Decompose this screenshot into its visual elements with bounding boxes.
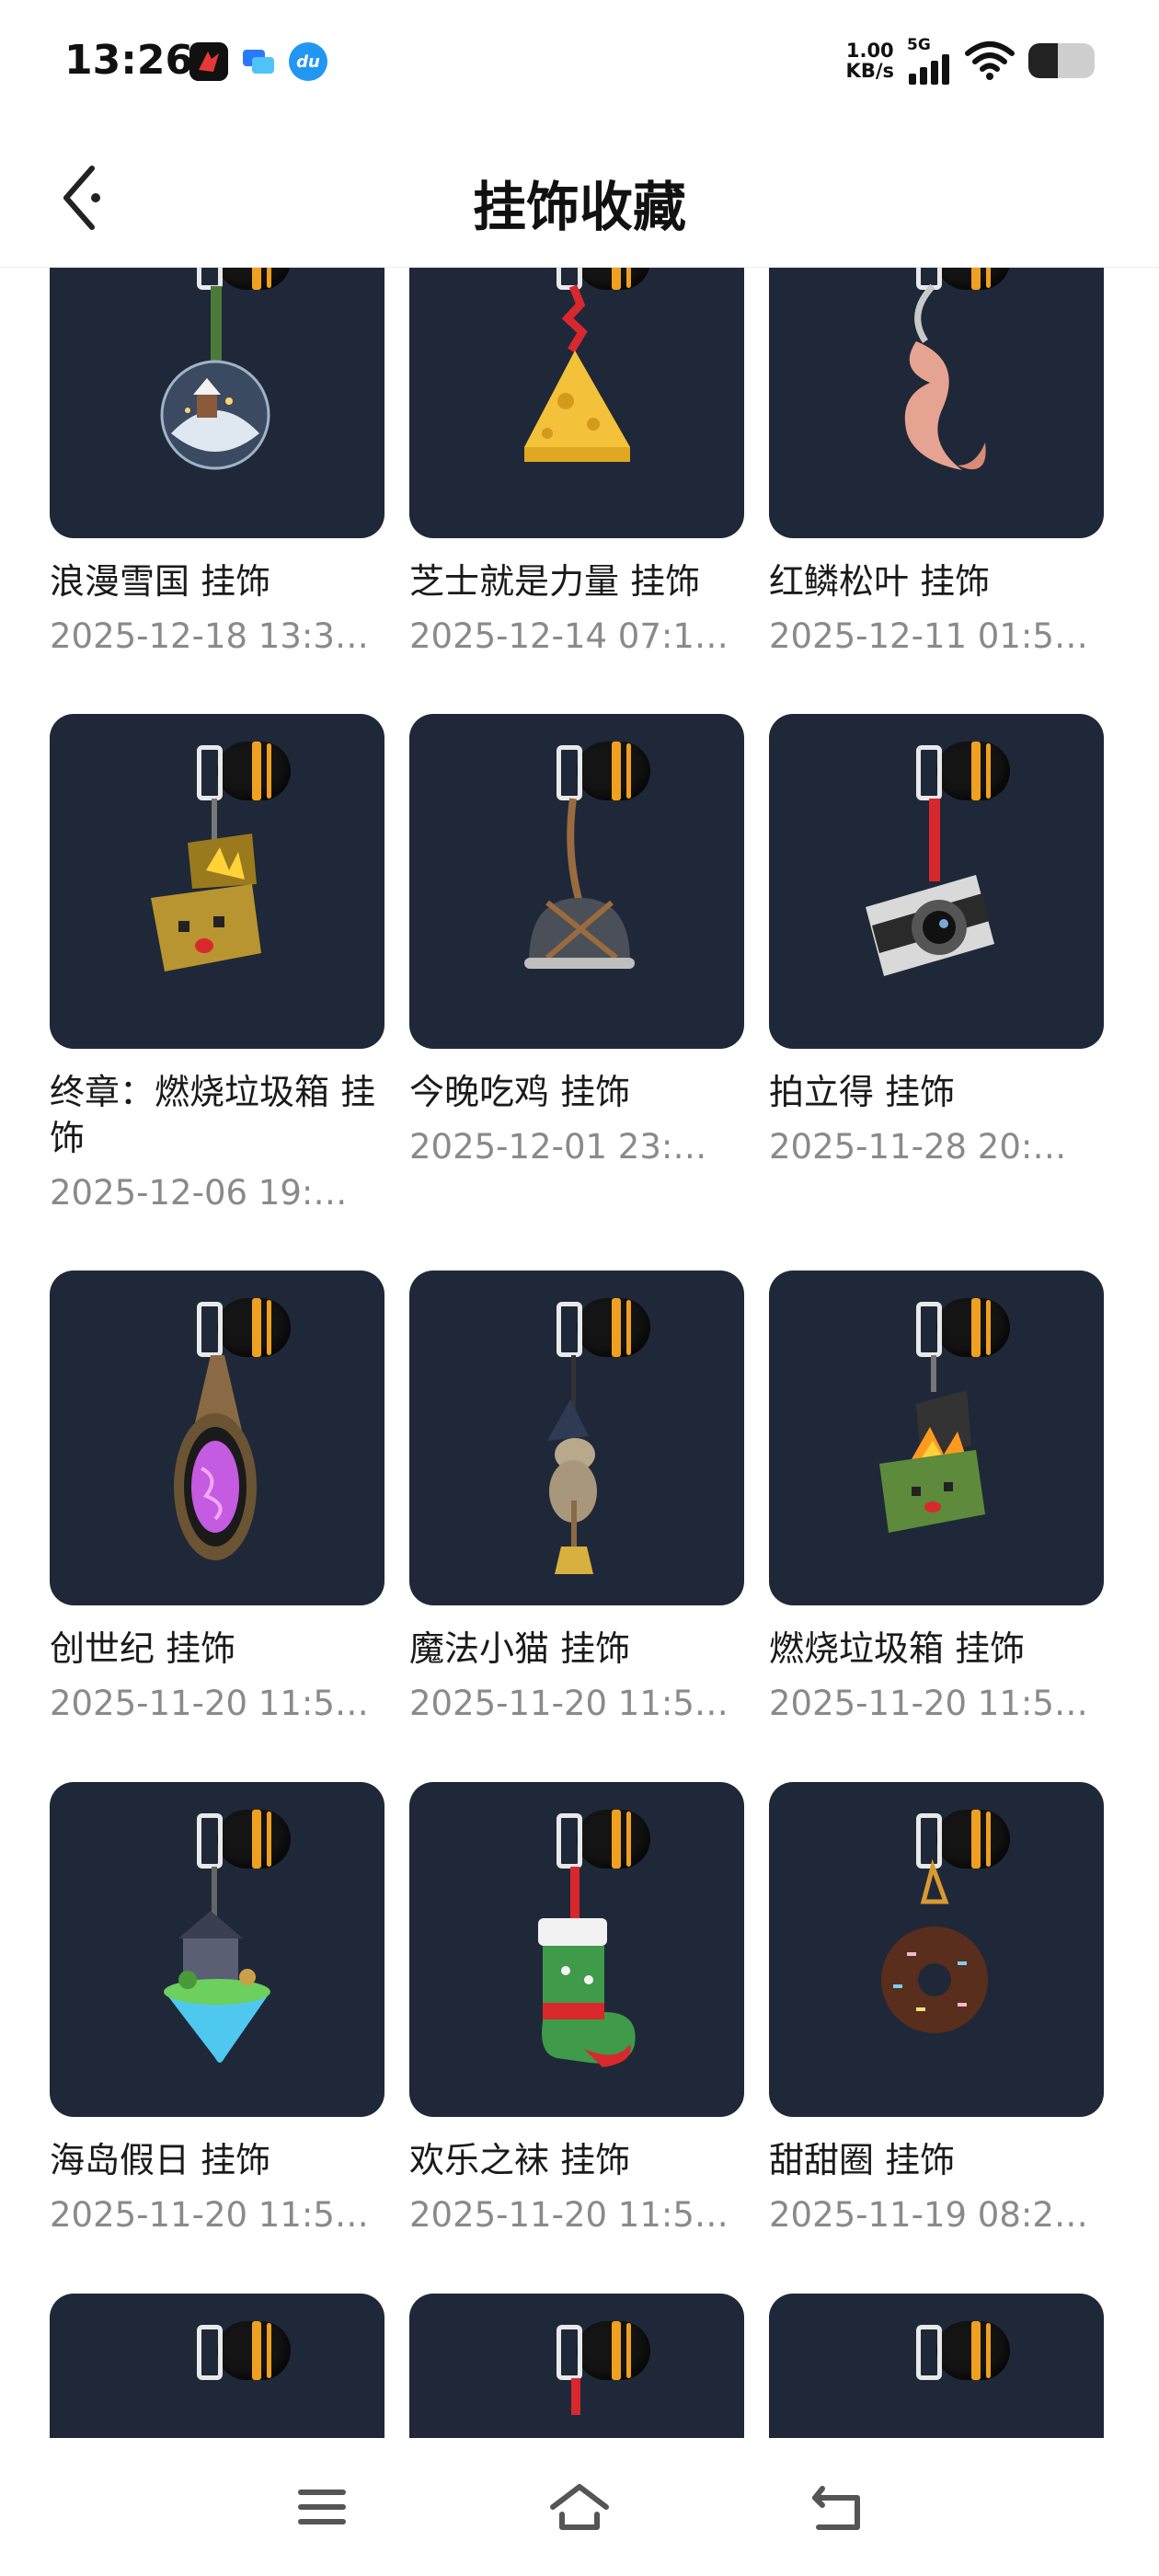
back-nav-icon bbox=[812, 2486, 860, 2530]
status-indicators: 1.00 KB/s 5G bbox=[846, 37, 1095, 85]
charm-name: 燃烧垃圾箱 挂饰 bbox=[769, 1628, 1026, 1669]
witch-cat-charm-icon bbox=[547, 1355, 597, 1574]
charm-name: 红鳞松叶 挂饰 bbox=[769, 561, 991, 602]
helmet-charm-icon bbox=[524, 798, 635, 969]
system-nav-bar bbox=[0, 2438, 1159, 2576]
charm-thumbnail bbox=[769, 714, 1104, 1049]
charm-name: 浪漫雪国 挂饰 bbox=[50, 561, 271, 602]
charm-thumbnail bbox=[50, 1782, 384, 2117]
charm-date: 2025-11-20 11:5… bbox=[769, 1684, 1088, 1723]
charm-thumbnail bbox=[50, 2294, 384, 2439]
charm-grid[interactable]: 浪漫雪国 挂饰 2025-12-18 13:3… 芝士就是力量 挂饰 2025-… bbox=[0, 268, 1159, 2439]
wifi-icon bbox=[965, 41, 1015, 80]
charm-card[interactable]: 创世纪 挂饰 2025-11-20 11:5… bbox=[50, 1271, 384, 1725]
charm-thumbnail bbox=[50, 714, 384, 1049]
charm-name: 终章：燃烧垃圾箱 挂饰 bbox=[50, 1072, 376, 1158]
signal-bars-icon bbox=[909, 54, 949, 85]
net-speed-unit: KB/s bbox=[845, 60, 894, 82]
cheese-charm-icon bbox=[524, 284, 630, 462]
status-bar: 13:26 du 1.00 KB/s 5G bbox=[0, 0, 1159, 129]
burning-chest-charm-icon bbox=[151, 799, 261, 972]
charm-card[interactable]: 魔法小猫 挂饰 2025-11-20 11:5… bbox=[409, 1271, 744, 1725]
status-app-icons: du bbox=[189, 42, 327, 81]
charm-card[interactable]: 欢乐之袜 挂饰 2025-11-20 11:5… bbox=[409, 1782, 744, 2237]
charm-thumbnail bbox=[769, 1271, 1104, 1605]
page-title: 挂饰收藏 bbox=[472, 176, 686, 238]
charm-name: 魔法小猫 挂饰 bbox=[409, 1628, 631, 1669]
charm-card[interactable]: 海岛假日 挂饰 2025-11-20 11:5… bbox=[50, 1782, 384, 2237]
charm-thumbnail bbox=[769, 2294, 1104, 2439]
charm-name: 甜甜圈 挂饰 bbox=[769, 2140, 956, 2180]
charm-thumbnail bbox=[50, 1271, 384, 1605]
signal-indicator: 5G bbox=[907, 37, 951, 85]
charm-date: 2025-11-20 11:5… bbox=[50, 1684, 369, 1723]
charm-name: 拍立得 挂饰 bbox=[769, 1072, 956, 1112]
charm-date: 2025-12-14 07:1… bbox=[409, 616, 729, 656]
charm-thumbnail bbox=[409, 1782, 744, 2117]
christmas-stocking-charm-icon bbox=[538, 1867, 636, 2067]
charm-thumbnail bbox=[409, 714, 744, 1049]
chat-app-icon bbox=[239, 42, 278, 81]
charm-card[interactable]: 今晚吃鸡 挂饰 2025-12-01 23:… bbox=[409, 714, 744, 1168]
red-app-icon bbox=[189, 42, 228, 81]
charm-thumbnail bbox=[409, 1271, 744, 1605]
charm-date: 2025-11-19 08:2… bbox=[769, 2195, 1088, 2235]
charm-date: 2025-12-18 13:3… bbox=[50, 616, 369, 656]
back-nav-button[interactable] bbox=[800, 2475, 874, 2539]
battery-icon bbox=[1028, 43, 1095, 78]
charm-card[interactable] bbox=[50, 2294, 384, 2439]
charm-thumbnail bbox=[769, 1782, 1104, 2117]
charm-date: 2025-11-20 11:5… bbox=[50, 2195, 369, 2235]
battery-level bbox=[1028, 43, 1059, 78]
charm-date: 2025-12-06 19:… bbox=[50, 1173, 348, 1213]
charm-name: 欢乐之袜 挂饰 bbox=[409, 2140, 631, 2180]
charm-card[interactable]: 终章：燃烧垃圾箱 挂饰 2025-12-06 19:… bbox=[50, 714, 384, 1214]
camera-charm-icon bbox=[866, 799, 994, 976]
floating-island-charm-icon bbox=[164, 1867, 270, 2063]
charm-card[interactable] bbox=[769, 2294, 1104, 2439]
crystal-pendant-charm-icon bbox=[174, 1355, 257, 1560]
charm-thumbnail bbox=[409, 2294, 744, 2439]
charm-thumbnail bbox=[409, 268, 744, 538]
home-icon bbox=[550, 2484, 609, 2530]
du-label: du bbox=[296, 52, 320, 72]
charm-card[interactable]: 燃烧垃圾箱 挂饰 2025-11-20 11:5… bbox=[769, 1271, 1104, 1725]
charm-card[interactable] bbox=[409, 2294, 744, 2439]
home-button[interactable] bbox=[543, 2475, 616, 2539]
charm-date: 2025-12-01 23:… bbox=[409, 1127, 707, 1167]
charm-date: 2025-12-11 01:5… bbox=[769, 616, 1088, 656]
charm-name: 创世纪 挂饰 bbox=[50, 1628, 236, 1669]
charm-date: 2025-11-20 11:5… bbox=[409, 1684, 729, 1723]
charm-card[interactable]: 甜甜圈 挂饰 2025-11-19 08:2… bbox=[769, 1782, 1104, 2237]
charm-name: 芝士就是力量 挂饰 bbox=[409, 561, 701, 602]
koi-fish-charm-icon bbox=[904, 283, 986, 470]
donut-charm-icon bbox=[881, 1858, 988, 2033]
burning-dumpster-charm-icon bbox=[879, 1355, 985, 1533]
signal-label: 5G bbox=[907, 36, 931, 54]
charm-name: 海岛假日 挂饰 bbox=[50, 2140, 271, 2180]
charm-date: 2025-11-20 11:5… bbox=[409, 2195, 729, 2235]
network-speed: 1.00 KB/s bbox=[846, 40, 894, 81]
partial-charm-icon bbox=[571, 2378, 580, 2415]
menu-icon bbox=[298, 2490, 346, 2524]
du-app-icon: du bbox=[289, 42, 327, 81]
charm-date: 2025-11-28 20:… bbox=[769, 1127, 1067, 1167]
charm-card[interactable]: 拍立得 挂饰 2025-11-28 20:… bbox=[769, 714, 1104, 1168]
charm-name: 今晚吃鸡 挂饰 bbox=[409, 1072, 631, 1112]
net-speed-value: 1.00 bbox=[845, 40, 894, 62]
charm-thumbnail bbox=[769, 268, 1104, 538]
charm-card[interactable]: 浪漫雪国 挂饰 2025-12-18 13:3… bbox=[50, 268, 384, 658]
snow-globe-charm-icon bbox=[160, 286, 270, 470]
status-time: 13:26 bbox=[64, 37, 194, 84]
charm-card[interactable]: 芝士就是力量 挂饰 2025-12-14 07:1… bbox=[409, 268, 744, 658]
charm-thumbnail bbox=[50, 268, 384, 538]
charm-card[interactable]: 红鳞松叶 挂饰 2025-12-11 01:5… bbox=[769, 268, 1104, 658]
page-header: 挂饰收藏 bbox=[0, 129, 1159, 268]
menu-button[interactable] bbox=[285, 2475, 359, 2539]
